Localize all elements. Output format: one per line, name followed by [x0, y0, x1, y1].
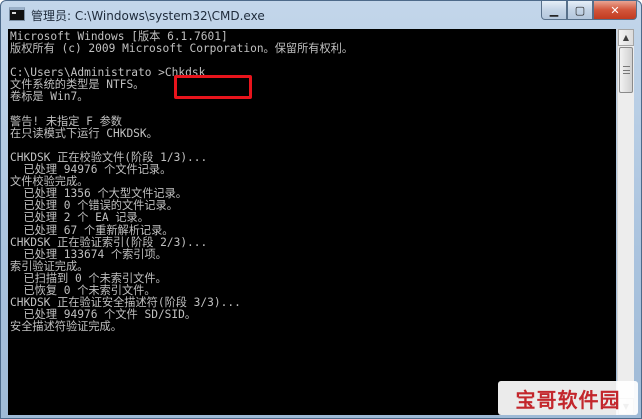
console-line: 已处理 2 个 EA 记录。: [10, 211, 149, 225]
minimize-button[interactable]: ▁: [541, 1, 567, 20]
window-title: 管理员: C:\Windows\system32\CMD.exe: [31, 9, 265, 23]
console-line: 已处理 133674 个索引项。: [10, 247, 167, 261]
close-button[interactable]: ✕: [593, 1, 637, 20]
vertical-scrollbar[interactable]: ▲ ▼: [617, 29, 634, 415]
maximize-button[interactable]: ▢: [567, 1, 593, 20]
grip-icon: [623, 66, 630, 74]
scroll-up-button[interactable]: ▲: [618, 29, 634, 46]
scrollbar-thumb[interactable]: [619, 47, 633, 93]
console-output[interactable]: Microsoft Windows [版本 6.1.7601] 版权所有 (c) …: [8, 29, 616, 415]
console-line: 版权所有 (c) 2009 Microsoft Corporation。保留所有…: [10, 42, 354, 56]
console-line: 警告! 未指定 F 参数: [10, 114, 122, 128]
command-highlight-box: [174, 75, 252, 99]
console-line: 在只读模式下运行 CHKDSK。: [10, 126, 158, 140]
title-bar[interactable]: 管理员: C:\Windows\system32\CMD.exe ▁ ▢ ✕: [1, 1, 641, 29]
caption-buttons: ▁ ▢ ✕: [541, 1, 637, 21]
console-line: 安全描述符验证完成。: [10, 320, 122, 334]
watermark-logo: 宝哥软件园: [498, 381, 638, 415]
console-line: CHKDSK 正在验证索引(阶段 2/3)...: [10, 235, 208, 249]
cmd-app-icon[interactable]: [9, 7, 25, 21]
cmd-window: 管理员: C:\Windows\system32\CMD.exe ▁ ▢ ✕ M…: [0, 0, 642, 419]
console-line: 已处理 67 个重新解析记录。: [10, 223, 174, 237]
